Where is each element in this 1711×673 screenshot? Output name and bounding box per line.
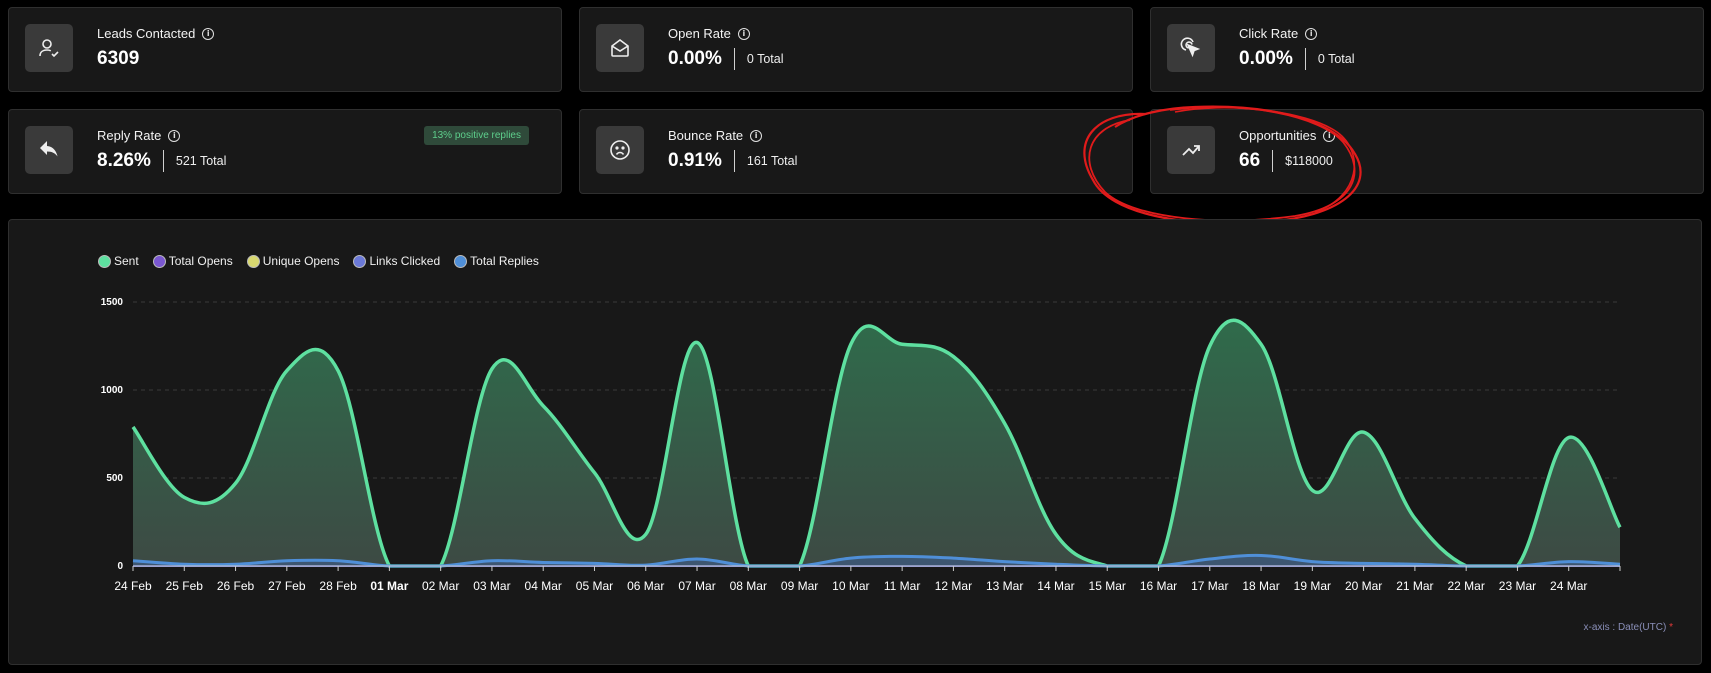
x-tick-label: 05 Mar [576, 579, 613, 593]
x-tick-label: 21 Mar [1396, 579, 1433, 593]
y-tick-label: 500 [106, 473, 123, 484]
y-tick-label: 1500 [101, 297, 124, 308]
x-tick-label: 26 Feb [217, 579, 255, 593]
required-star: * [1669, 622, 1673, 633]
x-tick-label: 25 Feb [166, 579, 204, 593]
x-tick-label: 23 Mar [1499, 579, 1536, 593]
y-tick-label: 0 [117, 561, 123, 572]
x-tick-label: 22 Mar [1447, 579, 1484, 593]
x-tick-label: 11 Mar [884, 579, 920, 593]
x-tick-label: 27 Feb [268, 579, 306, 593]
x-tick-label: 09 Mar [781, 579, 818, 593]
x-tick-label: 14 Mar [1037, 579, 1074, 593]
x-tick-label: 24 Feb [114, 579, 152, 593]
x-tick-label: 17 Mar [1191, 579, 1228, 593]
x-tick-label: 16 Mar [1140, 579, 1177, 593]
x-tick-label: 24 Mar [1550, 579, 1587, 593]
x-tick-label: 07 Mar [678, 579, 715, 593]
x-tick-label: 15 Mar [1089, 579, 1126, 593]
x-tick-label: 03 Mar [473, 579, 510, 593]
x-tick-label: 10 Mar [832, 579, 869, 593]
x-tick-label: 19 Mar [1294, 579, 1331, 593]
x-tick-label: 02 Mar [422, 579, 459, 593]
y-tick-label: 1000 [101, 385, 124, 396]
x-tick-label: 28 Feb [319, 579, 357, 593]
x-tick-label: 13 Mar [986, 579, 1023, 593]
area-chart: 0 500 1000 1500 24 Feb 25 Feb 26 Feb 27 Feb 28 F… [101, 297, 1622, 593]
x-tick-label: 01 Mar [370, 579, 408, 593]
x-axis-note: x-axis : Date(UTC) * [1583, 622, 1673, 633]
x-tick-label: 06 Mar [627, 579, 664, 593]
x-tick-label: 04 Mar [525, 579, 562, 593]
x-tick-label: 08 Mar [730, 579, 767, 593]
x-tick-label: 18 Mar [1242, 579, 1279, 593]
x-tick-label: 12 Mar [935, 579, 972, 593]
series-area-sent [133, 320, 1620, 566]
x-tick-label: 20 Mar [1345, 579, 1382, 593]
